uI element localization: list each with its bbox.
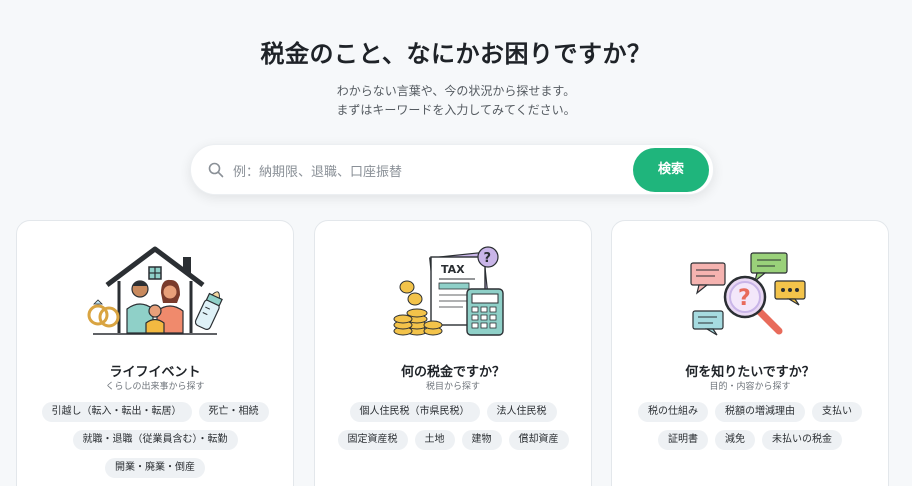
card-title: 何を知りたいですか？ [685, 365, 815, 380]
card-tax-types[interactable]: TAX ? 何の税金ですか？ 税目から探す 個人住民税（市県民税） 法人住民税 … [314, 220, 592, 486]
search-input[interactable]: 例：納期限、退職、口座振替 [233, 161, 402, 180]
tag-moving[interactable]: 引越し（転入・転出・転居） [41, 402, 192, 422]
card-purpose[interactable]: ? 何を知りたいですか？ 目的・内容から探す 税の仕組み 税額の増減理由 支払い… [611, 220, 889, 486]
tag-death-inheritance[interactable]: 死亡・相続 [198, 402, 269, 422]
tag-reduction[interactable]: 減免 [715, 430, 755, 450]
tag-tax-change-reason[interactable]: 税額の増減理由 [715, 402, 805, 422]
tax-document-calculator-icon: TAX ? [393, 246, 504, 336]
tag-business[interactable]: 開業・廃業・倒産 [105, 458, 205, 478]
card-life-events[interactable]: ライフイベント くらしの出来事から探す 引越し（転入・転出・転居） 死亡・相続 … [16, 220, 294, 486]
tag-property-tax[interactable]: 固定資産税 [337, 430, 408, 450]
tag-list: 個人住民税（市県民税） 法人住民税 固定資産税 土地 建物 償却資産 [315, 402, 591, 458]
tag-certificate[interactable]: 証明書 [658, 430, 708, 450]
tag-land[interactable]: 土地 [414, 430, 455, 450]
magnifier-speech-bubbles-icon: ? [690, 252, 806, 336]
page-title: 税金のこと、なにかお困りですか？ [260, 40, 652, 68]
card-caption: くらしの出来事から探す [105, 382, 205, 392]
tag-building[interactable]: 建物 [461, 430, 502, 450]
card-title: 何の税金ですか？ [400, 365, 505, 380]
search-bar[interactable]: 例：納期限、退職、口座振替 検索 [190, 144, 714, 195]
search-icon [208, 162, 224, 178]
svg-text:?: ? [738, 286, 751, 311]
subtitle-line-1: わからない言葉や、今の状況から探せます。 [336, 84, 576, 98]
svg-text:?: ? [484, 251, 492, 266]
tag-individual-resident-tax[interactable]: 個人住民税（市県民税） [349, 402, 480, 422]
tag-list: 引越し（転入・転出・転居） 死亡・相続 就職・退職（従業員含む）・転勤 開業・廃… [17, 402, 293, 486]
card-caption: 税目から探す [425, 382, 480, 392]
subtitle-line-2: まずはキーワードを入力してみてください。 [336, 103, 576, 117]
tag-tax-system[interactable]: 税の仕組み [638, 402, 708, 422]
tag-employment[interactable]: 就職・退職（従業員含む）・転勤 [72, 430, 238, 450]
tag-payment[interactable]: 支払い [812, 402, 862, 422]
family-house-icon [87, 246, 223, 335]
tag-corporate-resident-tax[interactable]: 法人住民税 [486, 402, 557, 422]
tag-list: 税の仕組み 税額の増減理由 支払い 証明書 減免 未払いの税金 [612, 402, 888, 458]
tax-label: TAX [441, 263, 465, 276]
card-title: ライフイベント [109, 365, 201, 380]
tag-unpaid-tax[interactable]: 未払いの税金 [762, 430, 842, 450]
search-button[interactable]: 検索 [633, 148, 709, 192]
card-caption: 目的・内容から探す [709, 382, 791, 392]
tag-depreciable-assets[interactable]: 償却資産 [508, 430, 569, 450]
